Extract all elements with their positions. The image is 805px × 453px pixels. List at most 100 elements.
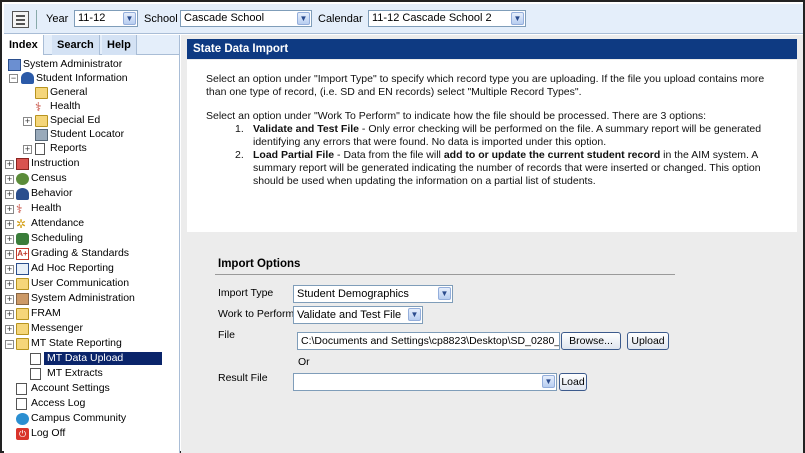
tab-index[interactable]: Index bbox=[4, 35, 44, 55]
folder-icon bbox=[35, 87, 48, 99]
tab-help[interactable]: Help bbox=[102, 35, 137, 55]
folder-icon bbox=[35, 115, 48, 127]
tree-student-locator[interactable]: Student Locator bbox=[50, 128, 124, 141]
student-icon bbox=[21, 72, 34, 84]
tree-census[interactable]: Census bbox=[31, 172, 67, 185]
nav-tabs: Index Search Help bbox=[4, 35, 179, 55]
section-title: Import Options bbox=[218, 258, 301, 270]
option-1-title: Validate and Test File bbox=[253, 123, 360, 135]
tree-user-communication[interactable]: User Communication bbox=[31, 277, 129, 290]
expand-icon[interactable]: + bbox=[23, 117, 32, 126]
instruction-import-type: Select an option under "Import Type" to … bbox=[206, 73, 765, 98]
or-label: Or bbox=[298, 356, 310, 368]
app-window: Year 11-12 ▼ School Cascade School ▼ Cal… bbox=[0, 0, 805, 453]
load-button[interactable]: Load bbox=[559, 373, 587, 391]
tree-special-ed[interactable]: Special Ed bbox=[50, 114, 100, 127]
upload-button[interactable]: Upload bbox=[627, 332, 669, 350]
tree-health[interactable]: Health bbox=[31, 202, 61, 215]
power-icon: ⏻ bbox=[16, 428, 29, 440]
edit-document-icon bbox=[30, 368, 41, 380]
tree-campus-community[interactable]: Campus Community bbox=[31, 412, 126, 425]
file-path-input[interactable]: C:\Documents and Settings\cp8823\Desktop… bbox=[297, 332, 560, 350]
context-toolbar: Year 11-12 ▼ School Cascade School ▼ Cal… bbox=[4, 4, 803, 34]
chevron-down-icon[interactable]: ▼ bbox=[408, 308, 421, 321]
tree-adhoc[interactable]: Ad Hoc Reporting bbox=[31, 262, 114, 275]
tree-scheduling[interactable]: Scheduling bbox=[31, 232, 83, 245]
edit-document-icon bbox=[30, 353, 41, 365]
globe-icon bbox=[16, 413, 29, 425]
calendar-value: 11-12 Cascade School 2 bbox=[372, 12, 492, 24]
tree-messenger[interactable]: Messenger bbox=[31, 322, 83, 335]
collapse-icon[interactable]: − bbox=[5, 340, 14, 349]
tree-student-information[interactable]: Student Information bbox=[36, 72, 128, 85]
tree-instruction[interactable]: Instruction bbox=[31, 157, 79, 170]
expand-icon[interactable]: + bbox=[5, 175, 14, 184]
tree-reports[interactable]: Reports bbox=[50, 142, 87, 155]
import-type-select[interactable]: Student Demographics ▼ bbox=[293, 285, 453, 303]
expand-icon[interactable]: + bbox=[5, 235, 14, 244]
result-file-label: Result File bbox=[218, 372, 268, 384]
chevron-down-icon[interactable]: ▼ bbox=[542, 375, 555, 388]
expand-icon[interactable]: + bbox=[5, 265, 14, 274]
import-options-form: Import Options Import Type Student Demog… bbox=[187, 232, 797, 447]
document-icon bbox=[16, 398, 27, 410]
folder-icon bbox=[16, 308, 29, 320]
folder-icon bbox=[16, 323, 29, 335]
expand-icon[interactable]: + bbox=[5, 220, 14, 229]
navigation-panel: Index Search Help System Administrator −… bbox=[4, 35, 180, 453]
tree-system-administration[interactable]: System Administration bbox=[31, 292, 135, 305]
chevron-down-icon[interactable]: ▼ bbox=[438, 287, 451, 300]
expand-icon[interactable]: + bbox=[5, 250, 14, 259]
tree-account-settings[interactable]: Account Settings bbox=[31, 382, 110, 395]
folder-icon bbox=[16, 338, 29, 350]
census-icon bbox=[16, 173, 29, 185]
year-value: 11-12 bbox=[78, 12, 106, 24]
expand-icon[interactable]: + bbox=[5, 160, 14, 169]
expand-icon[interactable]: + bbox=[5, 280, 14, 289]
import-type-value: Student Demographics bbox=[297, 288, 409, 300]
expand-icon[interactable]: + bbox=[5, 310, 14, 319]
tree-log-off[interactable]: Log Off bbox=[31, 427, 65, 440]
expand-icon[interactable]: + bbox=[5, 295, 14, 304]
tree-grading[interactable]: Grading & Standards bbox=[31, 247, 129, 260]
chevron-down-icon[interactable]: ▼ bbox=[123, 12, 136, 25]
school-select[interactable]: Cascade School ▼ bbox=[180, 10, 312, 27]
tree-health-sub[interactable]: Health bbox=[50, 100, 80, 113]
option-2-emphasis: add to or update the current student rec… bbox=[443, 149, 661, 161]
instruction-work-to-perform: Select an option under "Work To Perform"… bbox=[206, 110, 707, 122]
system-admin-icon bbox=[16, 293, 29, 305]
tab-search[interactable]: Search bbox=[52, 35, 100, 55]
tree-mt-extracts[interactable]: MT Extracts bbox=[47, 367, 103, 380]
expand-icon[interactable]: + bbox=[5, 190, 14, 199]
document-icon bbox=[35, 143, 45, 155]
expand-icon[interactable]: + bbox=[5, 205, 14, 214]
import-type-label: Import Type bbox=[218, 287, 274, 299]
result-file-select[interactable]: ▼ bbox=[293, 373, 557, 391]
instruction-icon bbox=[16, 158, 29, 170]
tree-mt-state-reporting[interactable]: MT State Reporting bbox=[31, 337, 122, 350]
tree-attendance[interactable]: Attendance bbox=[31, 217, 84, 230]
expand-icon[interactable]: + bbox=[23, 145, 32, 154]
option-1-number: 1. bbox=[235, 123, 244, 135]
tree-access-log[interactable]: Access Log bbox=[31, 397, 85, 410]
adhoc-icon bbox=[16, 263, 29, 275]
work-to-perform-select[interactable]: Validate and Test File ▼ bbox=[293, 306, 423, 324]
collapse-icon[interactable]: − bbox=[9, 74, 18, 83]
chevron-down-icon[interactable]: ▼ bbox=[297, 12, 310, 25]
attendance-icon: ✲ bbox=[16, 217, 27, 231]
calendar-select[interactable]: 11-12 Cascade School 2 ▼ bbox=[368, 10, 526, 27]
tree-general[interactable]: General bbox=[50, 86, 87, 99]
chevron-down-icon[interactable]: ▼ bbox=[511, 12, 524, 25]
browse-button[interactable]: Browse... bbox=[561, 332, 621, 350]
option-2-title: Load Partial File bbox=[253, 149, 335, 161]
year-select[interactable]: 11-12 ▼ bbox=[74, 10, 138, 27]
behavior-icon bbox=[16, 188, 29, 200]
option-1-text: Validate and Test File - Only error chec… bbox=[253, 123, 793, 149]
expand-icon[interactable]: + bbox=[5, 325, 14, 334]
instructions-panel: Select an option under "Import Type" to … bbox=[187, 60, 797, 232]
index-toggle-icon[interactable] bbox=[12, 11, 29, 28]
tree-behavior[interactable]: Behavior bbox=[31, 187, 72, 200]
tree-root[interactable]: System Administrator bbox=[23, 58, 122, 71]
tree-fram[interactable]: FRAM bbox=[31, 307, 61, 320]
tree-mt-data-upload[interactable]: MT Data Upload bbox=[44, 352, 162, 365]
